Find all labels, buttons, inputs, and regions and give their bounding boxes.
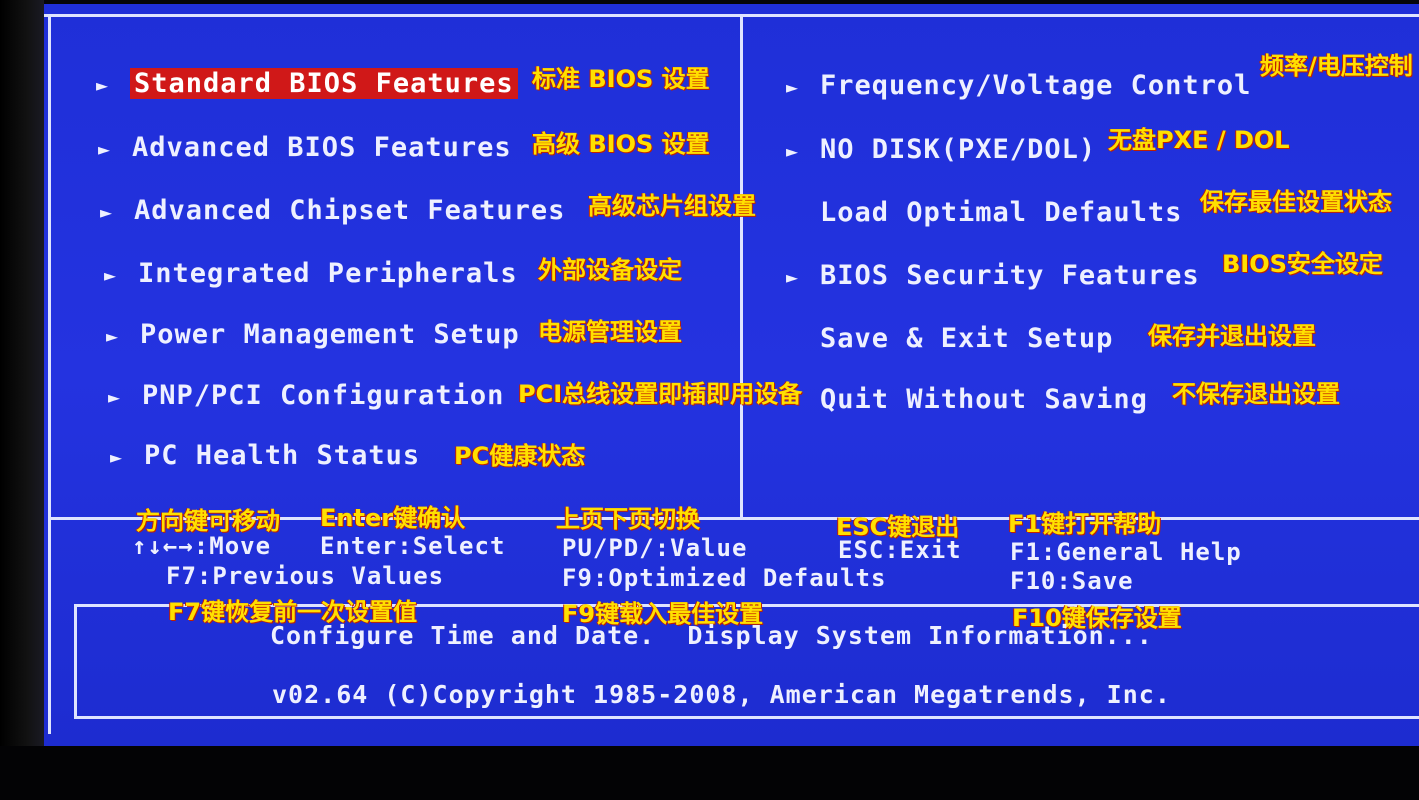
menu-annotation: 标准 BIOS 设置 — [532, 65, 710, 93]
menu-item-label: Quit Without Saving — [820, 384, 1148, 415]
column-divider — [740, 17, 743, 520]
menu-item-pc-health-status[interactable]: ► PC Health Status — [110, 438, 420, 475]
submenu-arrow-icon: ► — [786, 75, 800, 99]
menu-annotation: 高级 BIOS 设置 — [532, 130, 710, 158]
monitor-bezel-bottom — [0, 746, 1419, 800]
submenu-arrow-icon: ► — [786, 139, 800, 163]
submenu-arrow-icon: ► — [108, 385, 122, 409]
menu-item-load-optimal-defaults[interactable]: Load Optimal Defaults — [786, 195, 1182, 231]
key-help-enter: Enter:Select — [320, 532, 506, 560]
frame-left-inner — [74, 604, 77, 716]
note-enter: Enter键确认 — [320, 504, 466, 532]
note-move: 方向键可移动 — [136, 507, 280, 535]
menu-annotation: PCI总线设置即插即用设备 — [518, 380, 803, 408]
monitor-bezel-left — [0, 0, 44, 800]
menu-annotation: 保存并退出设置 — [1148, 322, 1316, 350]
menu-item-save-exit-setup[interactable]: Save & Exit Setup — [786, 321, 1113, 357]
menu-item-label: Frequency/Voltage Control — [820, 70, 1252, 101]
frame-top — [44, 14, 1419, 17]
frame-left — [48, 14, 51, 734]
menu-item-label: PNP/PCI Configuration — [142, 380, 505, 411]
key-help-f7: F7:Previous Values — [166, 562, 445, 590]
note-value: 上页下页切换 — [556, 505, 700, 533]
menu-annotation: 频率/电压控制 — [1260, 52, 1413, 80]
menu-item-label: Advanced Chipset Features — [134, 195, 566, 226]
submenu-arrow-icon: ► — [100, 200, 114, 224]
menu-annotation: 外部设备设定 — [538, 256, 682, 284]
menu-annotation: 不保存退出设置 — [1172, 380, 1340, 408]
menu-annotation: PC健康状态 — [454, 442, 586, 470]
key-help-value: PU/PD/:Value — [562, 534, 748, 562]
menu-item-frequency-voltage-control[interactable]: ► Frequency/Voltage Control — [786, 68, 1251, 105]
menu-item-quit-without-saving[interactable]: Quit Without Saving — [786, 382, 1148, 418]
menu-item-standard-bios-features[interactable]: ► Standard BIOS Features — [96, 66, 518, 103]
menu-item-label: BIOS Security Features — [820, 260, 1200, 291]
menu-item-label: Load Optimal Defaults — [820, 197, 1183, 228]
menu-annotation: 无盘PXE / DOL — [1108, 126, 1290, 154]
menu-item-power-management-setup[interactable]: ► Power Management Setup — [106, 317, 520, 354]
menu-item-integrated-peripherals[interactable]: ► Integrated Peripherals — [104, 256, 518, 293]
key-help-f10: F10:Save — [1010, 567, 1134, 595]
menu-annotation: 保存最佳设置状态 — [1200, 188, 1392, 216]
menu-item-advanced-bios-features[interactable]: ► Advanced BIOS Features — [98, 130, 512, 167]
menu-item-label: Advanced BIOS Features — [132, 132, 512, 163]
menu-item-no-disk-pxe-dol[interactable]: ► NO DISK(PXE/DOL) — [786, 132, 1096, 169]
key-help-f9: F9:Optimized Defaults — [562, 564, 887, 592]
submenu-arrow-icon: ► — [98, 137, 112, 161]
menu-annotation: 电源管理设置 — [538, 318, 682, 346]
submenu-arrow-icon: ► — [96, 73, 110, 97]
menu-item-label: PC Health Status — [144, 440, 421, 471]
key-help-f1: F1:General Help — [1010, 538, 1242, 566]
submenu-arrow-icon: ► — [786, 265, 800, 289]
menu-item-label: Integrated Peripherals — [138, 258, 518, 289]
key-help-move: ↑↓←→:Move — [132, 532, 272, 560]
menu-item-advanced-chipset-features[interactable]: ► Advanced Chipset Features — [100, 193, 565, 230]
key-help-esc: ESC:Exit — [838, 536, 962, 564]
submenu-arrow-icon: ► — [104, 263, 118, 287]
item-description: Configure Time and Date. Display System … — [270, 621, 1153, 650]
menu-item-label: Save & Exit Setup — [820, 323, 1114, 354]
submenu-arrow-icon: ► — [106, 324, 120, 348]
menu-item-label: NO DISK(PXE/DOL) — [820, 134, 1097, 165]
menu-annotation: BIOS安全设定 — [1222, 250, 1383, 278]
menu-annotation: 高级芯片组设置 — [588, 192, 756, 220]
note-f1: F1键打开帮助 — [1008, 510, 1162, 538]
menu-item-bios-security-features[interactable]: ► BIOS Security Features — [786, 258, 1200, 295]
copyright-line: v02.64 (C)Copyright 1985-2008, American … — [272, 680, 1171, 709]
menu-item-pnp-pci-configuration[interactable]: ► PNP/PCI Configuration — [108, 378, 504, 415]
menu-item-label: Power Management Setup — [140, 319, 520, 350]
frame-bottom — [74, 716, 1419, 719]
submenu-arrow-icon: ► — [110, 445, 124, 469]
menu-item-label: Standard BIOS Features — [130, 68, 518, 99]
bios-screen: ► Standard BIOS Features 标准 BIOS 设置 ► Advanc… — [44, 4, 1419, 746]
